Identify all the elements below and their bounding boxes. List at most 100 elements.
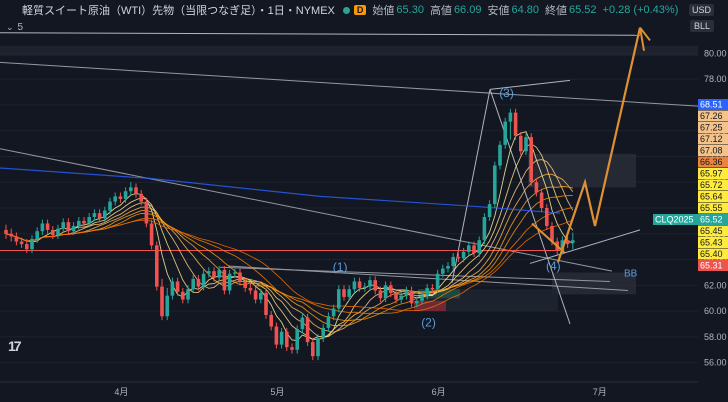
chart-window: (1)(2)(3)(4)BB80.0078.0076.0074.0072.007…	[0, 0, 728, 402]
candle-body	[19, 241, 24, 245]
price-label-text: 65.64	[700, 192, 723, 202]
candle-body	[71, 226, 76, 232]
candle-body	[446, 266, 450, 269]
candle-body	[118, 196, 123, 199]
candle-body	[134, 187, 138, 194]
price-chart[interactable]: (1)(2)(3)(4)BB80.0078.0076.0074.0072.007…	[0, 0, 728, 402]
candle-body	[175, 281, 180, 292]
candle-body	[25, 244, 29, 250]
top-zone	[0, 45, 698, 56]
candle-body	[498, 144, 502, 166]
candle-body	[155, 245, 159, 287]
candle-body	[430, 287, 435, 290]
price-label-text: 65.72	[700, 180, 723, 190]
candle-body	[108, 201, 112, 211]
channel-line-left	[451, 89, 491, 283]
unit-button[interactable]: BLL	[689, 20, 714, 32]
candle-body	[571, 240, 575, 243]
candle-body	[269, 314, 273, 327]
candle-body	[352, 281, 357, 290]
wave-label: (1)	[333, 260, 348, 274]
price-tick-label: 60.00	[704, 306, 727, 316]
price-tick-label: 58.00	[704, 332, 727, 342]
forecast-arrow-start	[531, 222, 566, 254]
candle-body	[477, 240, 481, 254]
candle-body	[331, 308, 336, 317]
price-label-text: 65.45	[700, 226, 723, 236]
change-value: +0.28 (+0.43%)	[602, 4, 679, 16]
candle-body	[503, 121, 507, 145]
candle-body	[482, 217, 487, 241]
candle-body	[363, 286, 367, 288]
currency-button[interactable]: USD	[688, 4, 714, 16]
candle-body	[472, 245, 476, 254]
candle-body	[264, 293, 268, 315]
price-label-text: 65.97	[700, 169, 723, 179]
candle-body	[300, 317, 305, 330]
price-label-text: 67.25	[700, 123, 723, 133]
indicator-toggle[interactable]: ⌄ 5	[6, 22, 23, 33]
low-label: 安値	[487, 5, 510, 17]
forecast-arrow	[556, 27, 642, 263]
candle-body	[35, 231, 39, 239]
candle-body	[373, 280, 377, 291]
candle-body	[45, 223, 50, 230]
candle-body	[539, 192, 544, 208]
symbol-title[interactable]: 軽質スイート原油（WTI）先物（当限つなぎ足）・1日・NYMEX	[22, 2, 335, 18]
price-label-text: 65.31	[700, 261, 723, 271]
candle-body	[144, 201, 149, 224]
horizontal-line	[0, 32, 641, 36]
price-label-text: 65.55	[700, 203, 723, 213]
open-value: 65.30	[396, 4, 424, 16]
candle-body	[456, 256, 461, 259]
candle-body	[201, 273, 206, 287]
candle-body	[196, 278, 201, 287]
candle-body	[441, 268, 445, 274]
candle-body	[295, 329, 299, 350]
interval-badge: D	[353, 5, 367, 15]
candle-body	[461, 251, 466, 259]
candle-body	[534, 182, 539, 193]
candle-body	[149, 223, 154, 246]
wave-label: (4)	[546, 259, 561, 273]
candle-body	[321, 327, 325, 339]
candle-body	[77, 220, 81, 227]
candle-body	[378, 290, 383, 299]
candle-body	[61, 222, 65, 229]
candle-body	[253, 290, 258, 300]
candle-body	[383, 285, 388, 299]
candle-body	[290, 347, 294, 350]
price-tick-label: 78.00	[704, 74, 727, 84]
candle-body	[191, 278, 195, 290]
candle-body	[326, 316, 331, 328]
price-label-text: 67.08	[700, 146, 723, 156]
price-label-text: 65.40	[700, 249, 723, 259]
candle-body	[181, 291, 185, 300]
symbol-header: 軽質スイート原油（WTI）先物（当限つなぎ足）・1日・NYMEX D 始値 65.…	[0, 0, 700, 20]
candle-body	[56, 228, 60, 236]
channel-line	[489, 89, 571, 325]
candle-body	[87, 217, 91, 224]
high-value: 66.09	[453, 4, 482, 16]
candle-body	[337, 289, 341, 309]
candle-body	[212, 271, 216, 278]
candle-body	[160, 286, 164, 317]
price-label-text: 67.26	[700, 111, 723, 121]
open-label: 始値	[372, 5, 395, 17]
candle-body	[435, 273, 440, 290]
chevron-down-icon: ⌄	[6, 22, 14, 32]
candle-body	[285, 331, 289, 348]
time-tick-label: 6月	[432, 387, 446, 397]
low-value: 64.80	[511, 4, 539, 16]
candle-body	[66, 222, 71, 232]
candle-body	[524, 137, 528, 152]
candle-body	[92, 213, 97, 218]
candle-body	[243, 281, 247, 288]
high-label: 高値	[429, 5, 452, 17]
time-tick-label: 5月	[270, 387, 284, 397]
candle-body	[207, 271, 211, 274]
candle-body	[425, 287, 429, 296]
candle-body	[186, 289, 190, 300]
price-label-text: 66.36	[700, 157, 723, 167]
candle-body	[347, 289, 351, 297]
